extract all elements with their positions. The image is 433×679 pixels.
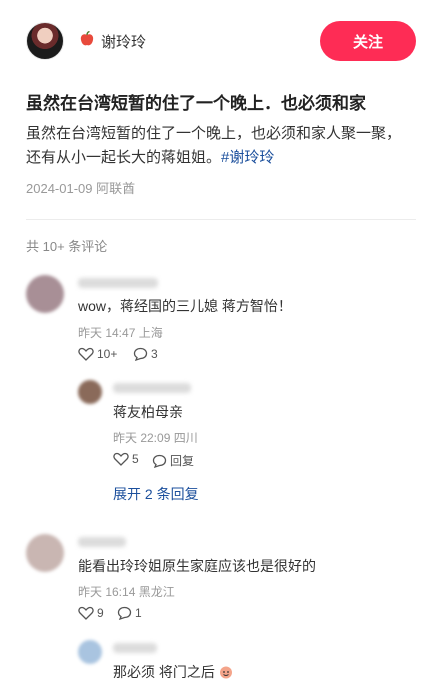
post-meta: 2024-01-09 阿联酋 — [26, 181, 136, 196]
reply-text-content: 那必须 将门之后 — [113, 664, 215, 679]
replier-avatar[interactable] — [78, 380, 102, 404]
like-count: 9 — [97, 606, 104, 620]
comment-meta: 昨天 14:47 上海 — [78, 326, 163, 340]
reply-label: 回复 — [170, 454, 195, 468]
reply-action[interactable]: 1 — [117, 606, 142, 620]
like-action[interactable]: 10+ — [78, 347, 117, 361]
reply-count: 1 — [135, 606, 142, 620]
reply-meta: 昨天 22:09 四川 — [113, 431, 198, 445]
commenter-name[interactable] — [78, 537, 126, 547]
post-body-text: 虽然在台湾短暂的住了一个晚上，也必须和家人聚一聚，还有从小一起长大的蒋姐姐。 — [26, 125, 402, 166]
replier-name[interactable] — [113, 643, 157, 653]
heart-icon — [113, 452, 129, 466]
commenter-avatar[interactable] — [26, 534, 64, 572]
comment-text: wow，蒋经国的三儿媳 蒋方智怡！ — [78, 298, 292, 314]
reply-action[interactable]: 回复 — [152, 452, 194, 469]
like-action[interactable]: 9 — [78, 606, 104, 620]
replier-name[interactable] — [113, 383, 191, 393]
comment-bubble-icon — [117, 606, 132, 620]
author-name[interactable]: 谢玲玲 — [101, 31, 146, 52]
replier-avatar[interactable] — [78, 640, 102, 664]
follow-button[interactable]: 关注 — [320, 21, 416, 61]
author-avatar[interactable] — [26, 22, 64, 60]
comment-text: 能看出玲玲姐原生家庭应该也是很好的 — [78, 558, 316, 574]
post-body: 虽然在台湾短暂的住了一个晚上，也必须和家人聚一聚，还有从小一起长大的蒋姐姐。#谢… — [26, 122, 406, 170]
apple-icon — [80, 31, 94, 46]
emoji-icon — [219, 666, 232, 679]
heart-icon — [78, 606, 94, 620]
comment-count: 共 10+ 条评论 — [26, 239, 108, 254]
post-title: 虽然在台湾短暂的住了一个晚上．也必须和家 — [26, 94, 366, 113]
reply-count: 3 — [151, 347, 158, 361]
comment-meta: 昨天 16:14 黑龙江 — [78, 585, 175, 599]
reply-text: 那必须 将门之后 — [113, 662, 233, 679]
like-count: 5 — [132, 452, 139, 466]
heart-icon — [78, 347, 94, 361]
divider — [26, 219, 416, 220]
post-header: 谢玲玲 关注 — [0, 0, 433, 82]
hashtag-link[interactable]: #谢玲玲 — [221, 149, 274, 166]
like-count: 10+ — [97, 347, 118, 361]
comment-bubble-icon — [133, 347, 148, 361]
reply-text: 蒋友柏母亲 — [113, 404, 183, 420]
comment-bubble-icon — [152, 454, 167, 468]
expand-replies-link[interactable]: 展开 2 条回复 — [113, 484, 199, 504]
reply-action[interactable]: 3 — [133, 347, 158, 361]
like-action[interactable]: 5 — [113, 452, 139, 466]
commenter-avatar[interactable] — [26, 275, 64, 313]
commenter-name[interactable] — [78, 278, 158, 288]
